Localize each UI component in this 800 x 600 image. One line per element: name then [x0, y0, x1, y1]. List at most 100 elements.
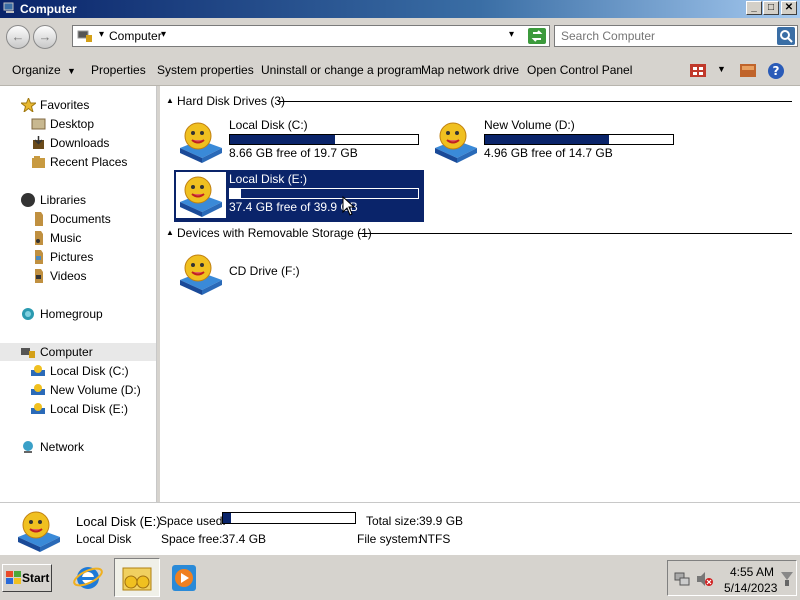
- sidebar-item-homegroup[interactable]: Homegroup: [0, 305, 156, 323]
- explorer-taskbar-button[interactable]: [114, 558, 160, 597]
- taskbar: Start 4:55 AM 5/14/2023: [0, 554, 800, 600]
- view-options-icon[interactable]: [690, 64, 706, 77]
- sidebar-item-label: Local Disk (C:): [50, 364, 129, 378]
- videos-icon: [35, 269, 43, 283]
- sidebar-item-drive-e[interactable]: Local Disk (E:): [0, 400, 156, 418]
- breadcrumb-chevron-icon[interactable]: ▾: [161, 29, 166, 40]
- folder-icon: [122, 567, 152, 591]
- uninstall-program-button[interactable]: Uninstall or change a program: [261, 63, 422, 77]
- media-player-icon[interactable]: [170, 563, 198, 593]
- music-icon: [35, 231, 43, 245]
- usage-bar-fill: [485, 135, 610, 144]
- mouse-cursor-icon: [342, 196, 356, 216]
- drive-free-space: 4.96 GB free of 14.7 GB: [484, 146, 613, 160]
- sidebar-item-videos[interactable]: Videos: [0, 267, 156, 285]
- hard-drive-icon: [18, 511, 60, 552]
- sidebar-item-pictures[interactable]: Pictures: [0, 248, 156, 266]
- group-header-removable[interactable]: Devices with Removable Storage (1): [177, 226, 372, 240]
- search-icon[interactable]: [777, 27, 795, 45]
- network-status-icon[interactable]: [674, 571, 690, 587]
- collapse-group-icon[interactable]: ▲: [166, 96, 174, 105]
- details-pane: Local Disk (E:) Local Disk Space used: S…: [0, 502, 800, 554]
- search-input[interactable]: [557, 28, 779, 44]
- clock-date[interactable]: 5/14/2023: [724, 581, 777, 595]
- open-control-panel-button[interactable]: Open Control Panel: [527, 63, 632, 77]
- collapse-group-icon[interactable]: ▲: [166, 228, 174, 237]
- preview-pane-icon[interactable]: [740, 64, 756, 77]
- homegroup-icon: [22, 308, 34, 320]
- navigation-pane: Favorites Desktop Downloads Recent Place…: [0, 86, 157, 502]
- address-dropdown-icon[interactable]: ▾: [509, 29, 514, 40]
- sidebar-item-label: Computer: [40, 345, 93, 359]
- cd-drive-icon: [180, 254, 222, 295]
- sidebar-item-recent-places[interactable]: Recent Places: [0, 153, 156, 171]
- drive-label: New Volume (D:): [484, 118, 575, 132]
- sidebar-item-favorites[interactable]: Favorites: [0, 96, 156, 114]
- group-header-hard-disks[interactable]: Hard Disk Drives (3): [177, 94, 285, 108]
- system-properties-button[interactable]: System properties: [157, 63, 254, 77]
- close-button[interactable]: ✕: [781, 1, 797, 15]
- file-system-label: File system:: [357, 532, 422, 546]
- computer-icon: [21, 348, 35, 358]
- sidebar-item-label: New Volume (D:): [50, 383, 141, 397]
- sidebar-item-downloads[interactable]: Downloads: [0, 134, 156, 152]
- back-button[interactable]: ←: [6, 25, 30, 49]
- system-tray: 4:55 AM 5/14/2023: [667, 560, 797, 596]
- sidebar-item-label: Videos: [50, 269, 87, 283]
- drive-item-e[interactable]: Local Disk (E:) 37.4 GB free of 39.9 GB: [174, 170, 424, 222]
- forward-arrow-icon: →: [38, 29, 52, 44]
- drive-item-c[interactable]: Local Disk (C:) 8.66 GB free of 19.7 GB: [174, 116, 424, 168]
- breadcrumb-computer[interactable]: Computer: [109, 29, 162, 43]
- command-bar: Organize ▼ Properties System properties …: [0, 56, 800, 86]
- usage-bar-fill: [230, 189, 242, 198]
- action-center-icon[interactable]: [780, 571, 794, 587]
- start-button[interactable]: Start: [2, 564, 52, 592]
- properties-button[interactable]: Properties: [91, 63, 146, 77]
- internet-explorer-icon[interactable]: [72, 561, 104, 593]
- minimize-button[interactable]: _: [746, 1, 762, 15]
- sidebar-item-documents[interactable]: Documents: [0, 210, 156, 228]
- organize-label: Organize: [12, 63, 61, 77]
- file-system-value: NTFS: [419, 532, 451, 546]
- total-size-value: 39.9 GB: [419, 514, 464, 528]
- sidebar-item-label: Pictures: [50, 250, 94, 264]
- drive-icon: [31, 365, 45, 376]
- usage-bar-fill: [223, 513, 231, 523]
- title-bar: Computer _ □ ✕: [0, 0, 800, 18]
- sidebar-item-drive-c[interactable]: Local Disk (C:): [0, 362, 156, 380]
- map-network-drive-button[interactable]: Map network drive: [421, 63, 519, 77]
- sidebar-item-label: Favorites: [40, 98, 90, 112]
- drive-item-d[interactable]: New Volume (D:) 4.96 GB free of 14.7 GB: [429, 116, 679, 168]
- space-used-label: Space used:: [159, 514, 226, 528]
- help-icon[interactable]: ?: [767, 62, 785, 80]
- svg-text:?: ?: [773, 64, 780, 78]
- total-size-label: Total size:: [366, 514, 420, 528]
- drive-item-f[interactable]: CD Drive (F:): [174, 248, 314, 300]
- sidebar-item-computer[interactable]: Computer: [0, 343, 156, 361]
- documents-icon: [35, 212, 43, 226]
- organize-button[interactable]: Organize ▼: [12, 63, 76, 77]
- drive-usage-bar: [484, 134, 674, 145]
- sidebar-item-music[interactable]: Music: [0, 229, 156, 247]
- recent-places-icon: [32, 156, 45, 168]
- refresh-icon[interactable]: [528, 28, 546, 44]
- sidebar-item-libraries[interactable]: Libraries: [0, 191, 156, 209]
- forward-button[interactable]: →: [33, 25, 57, 49]
- clock-time[interactable]: 4:55 AM: [730, 565, 774, 579]
- maximize-button[interactable]: □: [763, 1, 779, 15]
- search-box[interactable]: [554, 25, 798, 47]
- drive-usage-bar: [229, 188, 419, 199]
- address-bar[interactable]: ▾ Computer ▾ ▾: [72, 25, 550, 47]
- sidebar-item-desktop[interactable]: Desktop: [0, 115, 156, 133]
- view-dropdown-icon[interactable]: ▼: [717, 64, 726, 74]
- sidebar-item-label: Network: [40, 440, 85, 454]
- details-name: Local Disk (E:): [76, 514, 161, 529]
- sidebar-item-drive-d[interactable]: New Volume (D:): [0, 381, 156, 399]
- space-free-label: Space free:: [161, 532, 223, 546]
- hard-drive-icon: [435, 122, 477, 163]
- drive-usage-bar: [229, 134, 419, 145]
- computer-icon: [3, 2, 14, 13]
- volume-muted-icon[interactable]: [696, 571, 714, 587]
- navigation-bar: ← → ▾ Computer ▾ ▾: [0, 18, 800, 56]
- sidebar-item-network[interactable]: Network: [0, 438, 156, 456]
